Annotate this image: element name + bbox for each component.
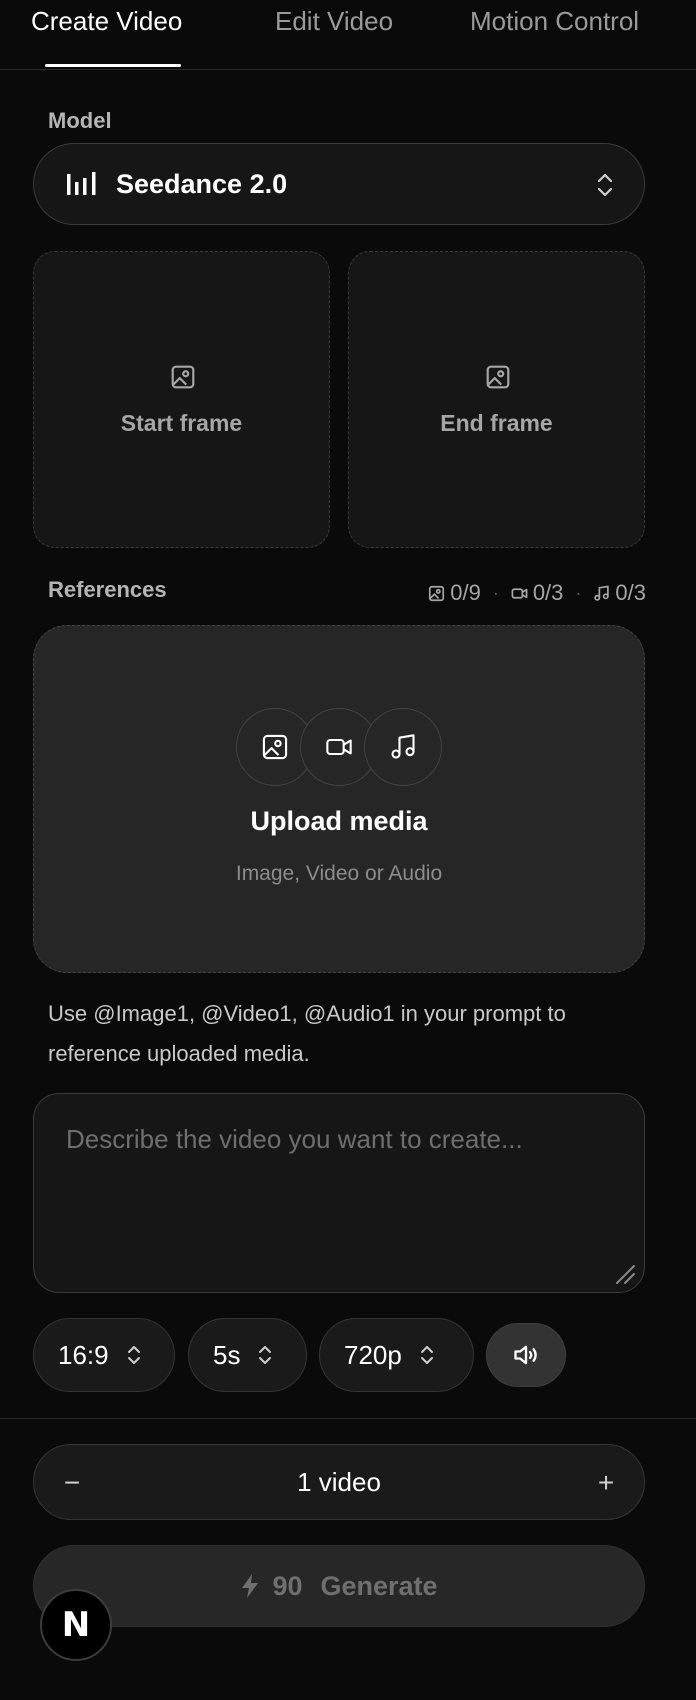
- end-frame-label: End frame: [440, 410, 553, 436]
- duration-value: 5s: [213, 1339, 241, 1370]
- resolution-select[interactable]: 720p: [319, 1318, 474, 1392]
- image-icon: [262, 734, 288, 760]
- sound-toggle-button[interactable]: [486, 1323, 566, 1387]
- video-counter: 0/3: [511, 580, 564, 606]
- tab-bar: Create Video Edit Video Motion Control: [0, 0, 696, 70]
- n-badge-letter: N: [61, 1605, 91, 1645]
- lightning-icon: [242, 1574, 259, 1598]
- upload-title: Upload media: [250, 806, 428, 836]
- audio-upload-circle: [364, 708, 442, 786]
- resize-grip-icon[interactable]: [614, 1263, 636, 1285]
- upload-media-dropzone[interactable]: Upload media Image, Video or Audio: [33, 625, 645, 973]
- video-count: 0/3: [532, 580, 564, 605]
- section-divider: [0, 1418, 696, 1419]
- references-label: References: [48, 577, 167, 602]
- separator-dot: ·: [492, 582, 499, 603]
- image-count: 0/9: [450, 580, 481, 605]
- reference-counters: 0/9 · 0/3 · 0/3: [428, 580, 646, 606]
- video-icon: [511, 587, 528, 599]
- video-count-label: 1 video: [297, 1467, 381, 1497]
- chevron-updown-icon: [597, 173, 613, 197]
- video-count-stepper: − 1 video +: [33, 1444, 645, 1520]
- tab-motion-control[interactable]: Motion Control: [470, 4, 639, 38]
- prompt-input[interactable]: [33, 1093, 645, 1293]
- generate-cost: 90: [272, 1570, 303, 1601]
- image-counter: 0/9: [428, 580, 481, 606]
- tab-create-video[interactable]: Create Video: [31, 4, 182, 38]
- create-video-panel: Create Video Edit Video Motion Control M…: [0, 0, 696, 1700]
- generate-label: Generate: [320, 1570, 438, 1601]
- active-tab-indicator: [45, 64, 181, 67]
- start-frame-label: Start frame: [120, 410, 243, 436]
- image-icon: [486, 365, 510, 389]
- model-label: Model: [48, 108, 112, 133]
- start-frame-dropzone[interactable]: Start frame: [33, 251, 330, 548]
- tab-edit-video[interactable]: Edit Video: [275, 4, 393, 38]
- aspect-ratio-select[interactable]: 16:9: [33, 1318, 175, 1392]
- chevron-updown-icon: [259, 1346, 272, 1364]
- model-select[interactable]: Seedance 2.0: [33, 143, 645, 225]
- bars-icon: [67, 172, 96, 195]
- reference-hint: Use @Image1, @Video1, @Audio1 in your pr…: [48, 1001, 566, 1066]
- end-frame-dropzone[interactable]: End frame: [348, 251, 645, 548]
- image-icon: [429, 585, 445, 601]
- chevron-updown-icon: [127, 1346, 140, 1364]
- aspect-ratio-value: 16:9: [58, 1339, 109, 1370]
- chevron-updown-icon: [420, 1346, 433, 1364]
- upload-subtitle: Image, Video or Audio: [235, 862, 443, 885]
- separator-dot: ·: [575, 582, 582, 603]
- audio-counter: 0/3: [593, 580, 646, 606]
- audio-count: 0/3: [615, 580, 646, 605]
- n-badge-button[interactable]: N: [40, 1589, 112, 1661]
- generate-button[interactable]: 90 Generate: [33, 1545, 645, 1627]
- speaker-icon: [514, 1345, 537, 1365]
- duration-select[interactable]: 5s: [188, 1318, 307, 1392]
- resolution-value: 720p: [344, 1339, 402, 1370]
- music-icon: [594, 585, 610, 601]
- music-icon: [391, 734, 415, 759]
- increment-button[interactable]: +: [568, 1445, 644, 1521]
- model-name: Seedance 2.0: [116, 168, 288, 199]
- image-icon: [171, 365, 195, 389]
- video-icon: [326, 738, 352, 756]
